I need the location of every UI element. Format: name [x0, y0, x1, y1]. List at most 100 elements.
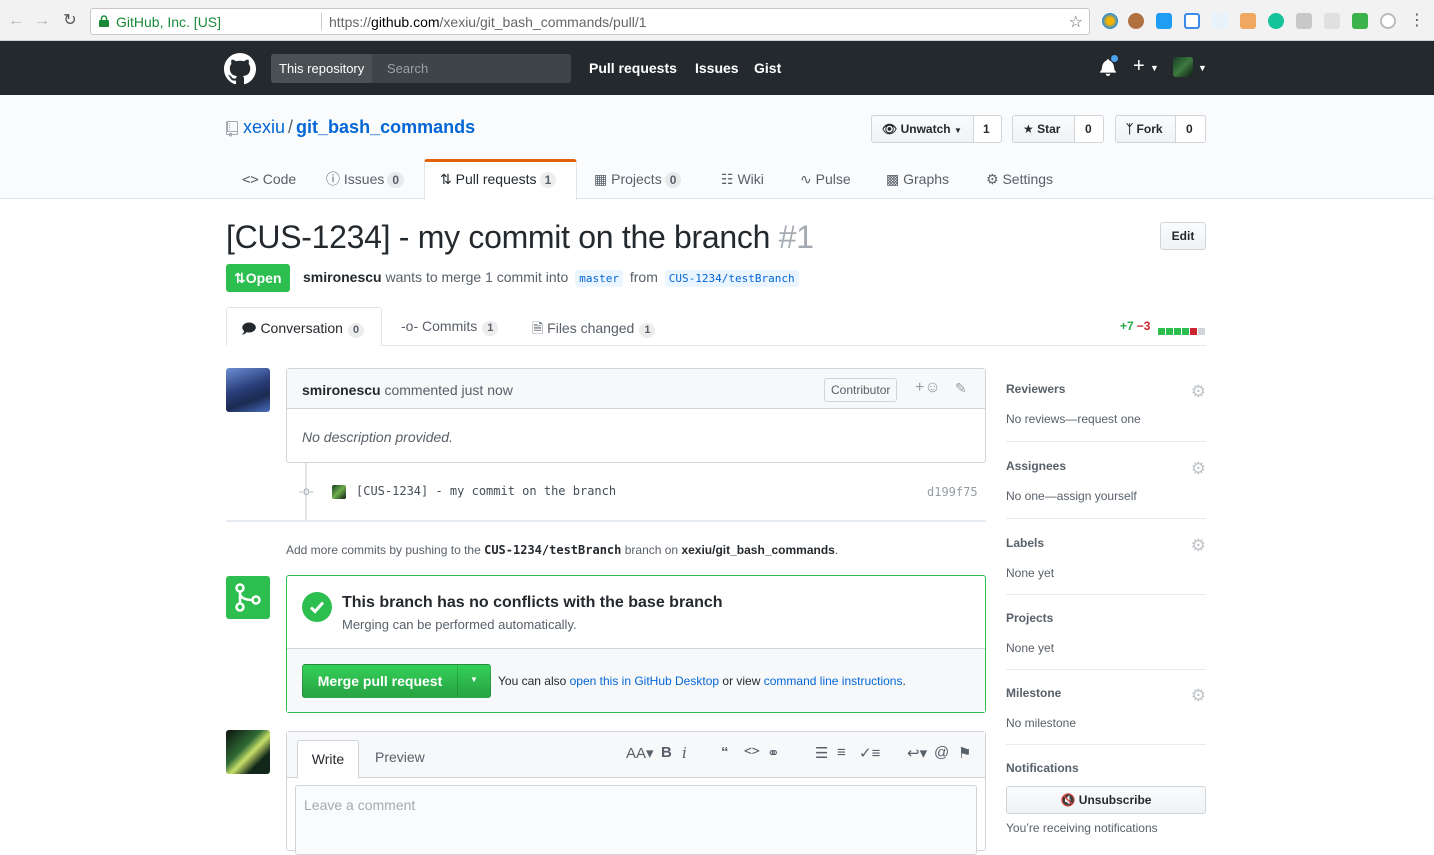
diffstat-blocks [1158, 322, 1206, 338]
edit-title-button[interactable]: Edit [1160, 222, 1206, 250]
commit-sha[interactable]: d199f75 [927, 485, 978, 499]
pencil-icon[interactable]: ✎ [955, 380, 967, 397]
back-arrow-icon[interactable]: ← [7, 12, 25, 30]
extension-icon[interactable] [1268, 13, 1284, 29]
gear-icon[interactable]: ⚙ [1191, 536, 1206, 556]
fork-count[interactable]: 0 [1176, 115, 1206, 143]
avatar[interactable] [226, 368, 270, 412]
header-link-gist[interactable]: Gist [754, 60, 781, 76]
unordered-list-icon[interactable]: ☰ [815, 744, 828, 762]
star-count[interactable]: 0 [1075, 115, 1104, 143]
reponav-pulse[interactable]: ∿ Pulse [800, 160, 851, 199]
create-new-icon[interactable]: + [1133, 55, 1145, 78]
gear-icon[interactable]: ⚙ [1191, 382, 1206, 402]
extension-icon[interactable] [1184, 13, 1200, 29]
quote-icon[interactable]: “ [721, 744, 729, 761]
github-logo-icon[interactable] [224, 53, 256, 85]
tab-commits[interactable]: -o- Commits 1 [401, 318, 499, 336]
reponav-settings[interactable]: ⚙ Settings [986, 160, 1053, 199]
add-reaction-icon[interactable]: +☺ [915, 379, 941, 397]
command-line-link[interactable]: command line instructions [764, 674, 903, 688]
extension-icon[interactable] [1352, 13, 1368, 29]
reload-icon[interactable]: ↻ [61, 12, 79, 30]
url-text: https://github.com/xexiu/git_bash_comman… [329, 14, 647, 30]
check-icon [302, 592, 332, 622]
user-avatar[interactable] [1173, 57, 1193, 77]
task-list-icon[interactable]: ✓≡ [859, 744, 880, 762]
extension-icon[interactable] [1240, 13, 1256, 29]
gear-icon[interactable]: ⚙ [1191, 686, 1206, 706]
comment-placeholder: Leave a comment [304, 797, 416, 813]
sidebar-value: None yet [1006, 566, 1055, 580]
bookmark-icon[interactable]: ⚑ [958, 744, 971, 762]
base-branch[interactable]: master [575, 270, 623, 287]
sidebar-title[interactable]: Labels [1006, 536, 1206, 550]
fork-button[interactable]: ᛉ Fork [1115, 115, 1176, 143]
contributor-badge: Contributor [824, 378, 898, 402]
extension-icon[interactable] [1212, 13, 1228, 29]
italic-icon[interactable]: i [682, 744, 687, 762]
open-desktop-link[interactable]: open this in GitHub Desktop [570, 674, 719, 688]
extension-icon[interactable] [1296, 13, 1312, 29]
extension-icon[interactable] [1102, 13, 1118, 29]
star-button[interactable]: ★ Star [1012, 115, 1075, 143]
pr-author-link[interactable]: smironescu [303, 269, 382, 285]
code-icon: <> [242, 172, 259, 188]
sidebar-title[interactable]: Assignees [1006, 459, 1206, 473]
extension-icon[interactable] [1324, 13, 1340, 29]
search-scope-label: This repository [271, 54, 373, 83]
status-badge: ⇅Open [226, 264, 290, 292]
tab-write[interactable]: Write [297, 740, 359, 779]
mute-icon: 🔇 [1060, 793, 1076, 807]
head-branch[interactable]: CUS-1234/testBranch [664, 270, 799, 287]
forward-arrow-icon[interactable]: → [33, 12, 51, 30]
header-link-pull-requests[interactable]: Pull requests [589, 60, 677, 76]
header-link-issues[interactable]: Issues [695, 60, 739, 76]
bold-icon[interactable]: B [661, 744, 672, 761]
lock-icon [99, 15, 109, 27]
chrome-menu-icon[interactable]: ⋮ [1408, 12, 1426, 30]
file-diff-icon: 🗎 [532, 320, 544, 336]
reponav-graphs[interactable]: ▩ Graphs [886, 160, 949, 199]
pr-number: #1 [778, 219, 814, 255]
comment-textarea[interactable]: Leave a comment [295, 785, 977, 855]
issue-icon: ⓘ [326, 171, 340, 187]
mention-icon[interactable]: @ [934, 744, 949, 761]
reply-icon[interactable]: ↩▾ [907, 744, 927, 762]
text-size-icon[interactable]: AA▾ [626, 744, 654, 762]
tab-preview[interactable]: Preview [375, 749, 425, 765]
reponav-projects[interactable]: ▦ Projects 0 [594, 160, 682, 199]
extension-icon[interactable] [1380, 13, 1396, 29]
reponav-code[interactable]: <> Code [242, 160, 296, 199]
commit-message[interactable]: [CUS-1234] - my commit on the branch [356, 484, 616, 498]
sidebar-title[interactable]: Projects [1006, 611, 1206, 625]
search-box[interactable]: This repository Search [271, 54, 571, 83]
repo-name-link[interactable]: git_bash_commands [296, 117, 475, 137]
unwatch-button[interactable]: 👁 Unwatch ▼ [871, 115, 974, 143]
tab-files-changed[interactable]: 🗎 Files changed 1 [532, 318, 656, 342]
merge-method-dropdown[interactable]: ▼ [457, 664, 491, 698]
address-bar[interactable]: GitHub, Inc. [US] https://github.com/xex… [90, 8, 1090, 35]
secure-label: GitHub, Inc. [US] [116, 14, 222, 30]
reponav-issues[interactable]: ⓘ Issues 0 [326, 160, 405, 199]
ordered-list-icon[interactable]: ≡ [837, 744, 846, 761]
sidebar-title[interactable]: Milestone [1006, 686, 1206, 700]
unsubscribe-button[interactable]: 🔇 Unsubscribe [1006, 786, 1206, 814]
repo-owner-link[interactable]: xexiu [243, 117, 285, 137]
avatar[interactable] [226, 730, 270, 774]
commit-author-avatar[interactable] [332, 485, 346, 499]
code-icon[interactable]: <> [744, 744, 760, 759]
search-input[interactable]: Search [387, 61, 428, 76]
browser-toolbar: ← → ↻ GitHub, Inc. [US] https://github.c… [0, 0, 1434, 41]
reponav-wiki[interactable]: ☷ Wiki [721, 160, 764, 199]
sidebar-title[interactable]: Reviewers [1006, 382, 1206, 396]
extension-icon[interactable] [1128, 13, 1144, 29]
tab-conversation[interactable]: 🗩 Conversation 0 [241, 318, 365, 342]
reponav-pull-requests[interactable]: ⇅ Pull requests 1 [440, 160, 557, 199]
extension-icon[interactable] [1156, 13, 1172, 29]
merge-pull-request-button[interactable]: Merge pull request [302, 664, 458, 698]
bookmark-star-icon[interactable]: ☆ [1069, 12, 1083, 32]
link-icon[interactable]: ⚭ [767, 744, 780, 762]
watch-count[interactable]: 1 [974, 115, 1002, 143]
gear-icon[interactable]: ⚙ [1191, 459, 1206, 479]
